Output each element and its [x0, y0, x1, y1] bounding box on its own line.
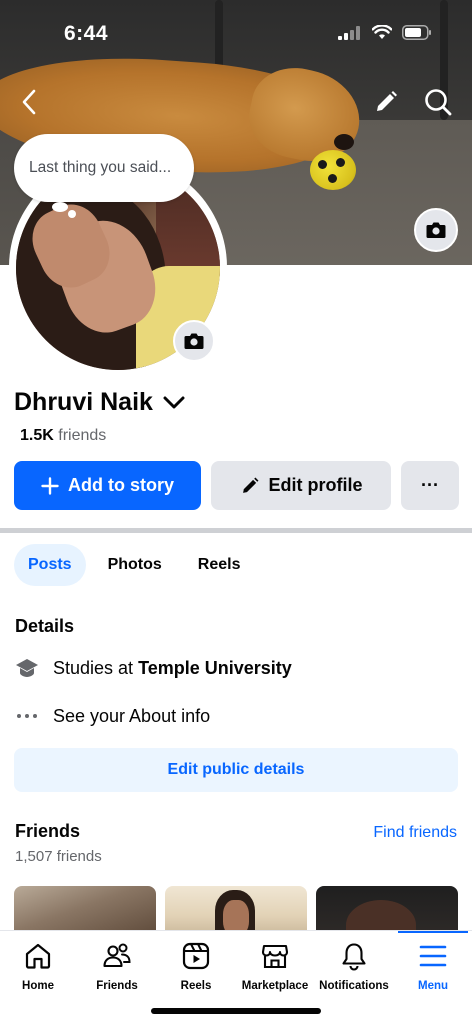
find-friends-link[interactable]: Find friends [373, 824, 457, 842]
friend-thumbnail[interactable] [316, 886, 458, 936]
detail-school: Temple University [138, 657, 292, 678]
nav-label: Marketplace [241, 980, 309, 992]
wifi-icon [372, 25, 392, 39]
detail-studies-text: Studies at Temple University [53, 658, 292, 679]
profile-tabs: Posts Photos Reels [14, 544, 255, 586]
ellipsis-icon [17, 714, 37, 718]
bell-icon [342, 943, 366, 971]
nav-reels[interactable]: Reels [156, 941, 236, 992]
edit-public-details-button[interactable]: Edit public details [14, 748, 458, 792]
reels-icon [182, 942, 210, 970]
pencil-icon [377, 91, 397, 111]
friends-title: Friends [15, 821, 81, 841]
marketplace-icon [261, 944, 289, 969]
camera-icon [426, 222, 446, 238]
tab-label: Photos [107, 556, 162, 573]
nav-marketplace[interactable]: Marketplace [235, 941, 315, 992]
search-icon [425, 89, 452, 116]
profile-name-row[interactable]: Dhruvi Naik [14, 388, 185, 417]
tab-posts[interactable]: Posts [14, 544, 86, 586]
cover-dog-nose [334, 134, 354, 150]
friends-total: 1,507 friends [15, 848, 102, 865]
detail-studies[interactable]: Studies at Temple University [15, 657, 292, 679]
nav-label: Menu [417, 980, 449, 992]
nav-active-indicator [398, 931, 468, 933]
edit-button[interactable] [370, 86, 402, 118]
menu-icon [419, 945, 447, 967]
nav-label: Friends [96, 980, 138, 992]
back-button[interactable] [14, 86, 44, 118]
nav-friends[interactable]: Friends [77, 941, 157, 992]
cellular-signal-icon [338, 25, 360, 40]
detail-about[interactable]: See your About info [15, 705, 210, 727]
nav-label: Reels [180, 980, 212, 992]
edit-profile-button[interactable]: Edit profile [211, 461, 391, 510]
friends-count-label: friends [58, 427, 107, 444]
avatar-camera-button[interactable] [173, 320, 215, 362]
cover-ball [310, 150, 356, 190]
status-bar: 6:44 [0, 0, 472, 70]
note-text: Last thing you said... [29, 159, 172, 176]
tab-label: Posts [28, 556, 72, 573]
detail-about-text: See your About info [53, 705, 211, 726]
details-title: Details [15, 616, 75, 636]
cover-camera-button[interactable] [414, 208, 458, 252]
tab-label: Reels [197, 556, 241, 573]
note-bubble[interactable]: Last thing you said... [14, 134, 194, 202]
nav-label: Home [22, 980, 54, 992]
battery-icon [402, 25, 431, 40]
pencil-icon [242, 477, 258, 493]
friends-icon [103, 943, 131, 968]
nav-home[interactable]: Home [0, 941, 78, 992]
profile-name: Dhruvi Naik [14, 388, 153, 416]
note-bubble-tail [52, 202, 68, 212]
friend-thumbnail[interactable] [165, 886, 307, 936]
edit-public-details-label: Edit public details [167, 761, 305, 778]
status-time: 6:44 [64, 22, 109, 45]
tab-reels[interactable]: Reels [184, 544, 255, 586]
home-indicator [151, 1008, 321, 1014]
friends-count-value: 1.5K [20, 427, 54, 444]
nav-notifications[interactable]: Notifications [314, 941, 394, 992]
section-divider [0, 528, 472, 533]
more-options-icon: ··· [421, 475, 439, 495]
detail-studies-prefix: Studies at [53, 657, 134, 678]
note-bubble-tail [68, 210, 76, 218]
nav-menu[interactable]: Menu [393, 941, 472, 992]
nav-label: Notifications [319, 980, 389, 992]
search-button[interactable] [420, 84, 456, 120]
plus-icon [41, 476, 59, 495]
tab-photos[interactable]: Photos [94, 544, 176, 586]
chevron-down-icon [163, 396, 185, 408]
edit-profile-label: Edit profile [268, 475, 363, 495]
chevron-left-icon [22, 89, 36, 115]
add-to-story-button[interactable]: Add to story [14, 461, 201, 510]
camera-icon [184, 333, 204, 349]
home-icon [25, 943, 51, 969]
profile-actions: Add to story Edit profile ··· [14, 461, 459, 510]
more-options-button[interactable]: ··· [401, 461, 459, 510]
add-to-story-label: Add to story [68, 475, 174, 495]
friend-thumbnail[interactable] [14, 886, 156, 936]
graduation-cap-icon [16, 659, 38, 677]
friends-count[interactable]: 1.5K friends [20, 427, 106, 445]
status-icons [338, 25, 432, 40]
